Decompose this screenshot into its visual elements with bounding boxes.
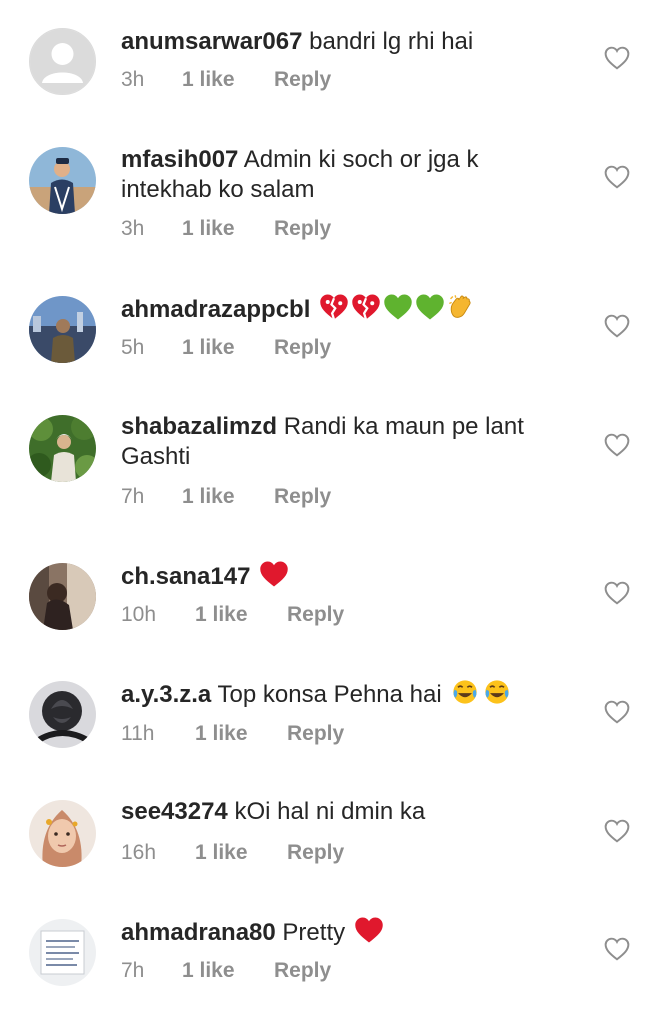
comment-likes[interactable]: 1 like — [182, 958, 235, 984]
comment-item: ahmadrana80 Pretty 7h 1 like Reply — [0, 0, 669, 1010]
red-heart-emoji — [354, 916, 384, 952]
comment-time: 7h — [121, 959, 145, 982]
comment-meta: 7h 1 like Reply — [121, 958, 331, 984]
comment-text: ahmadrana80 Pretty — [121, 916, 591, 952]
comment-body: Pretty — [282, 919, 346, 946]
like-heart-icon[interactable] — [604, 937, 630, 961]
comment-username[interactable]: ahmadrana80 — [121, 919, 276, 946]
avatar-quote-image-icon — [29, 919, 96, 986]
avatar[interactable] — [29, 919, 96, 986]
reply-button[interactable]: Reply — [274, 958, 331, 984]
